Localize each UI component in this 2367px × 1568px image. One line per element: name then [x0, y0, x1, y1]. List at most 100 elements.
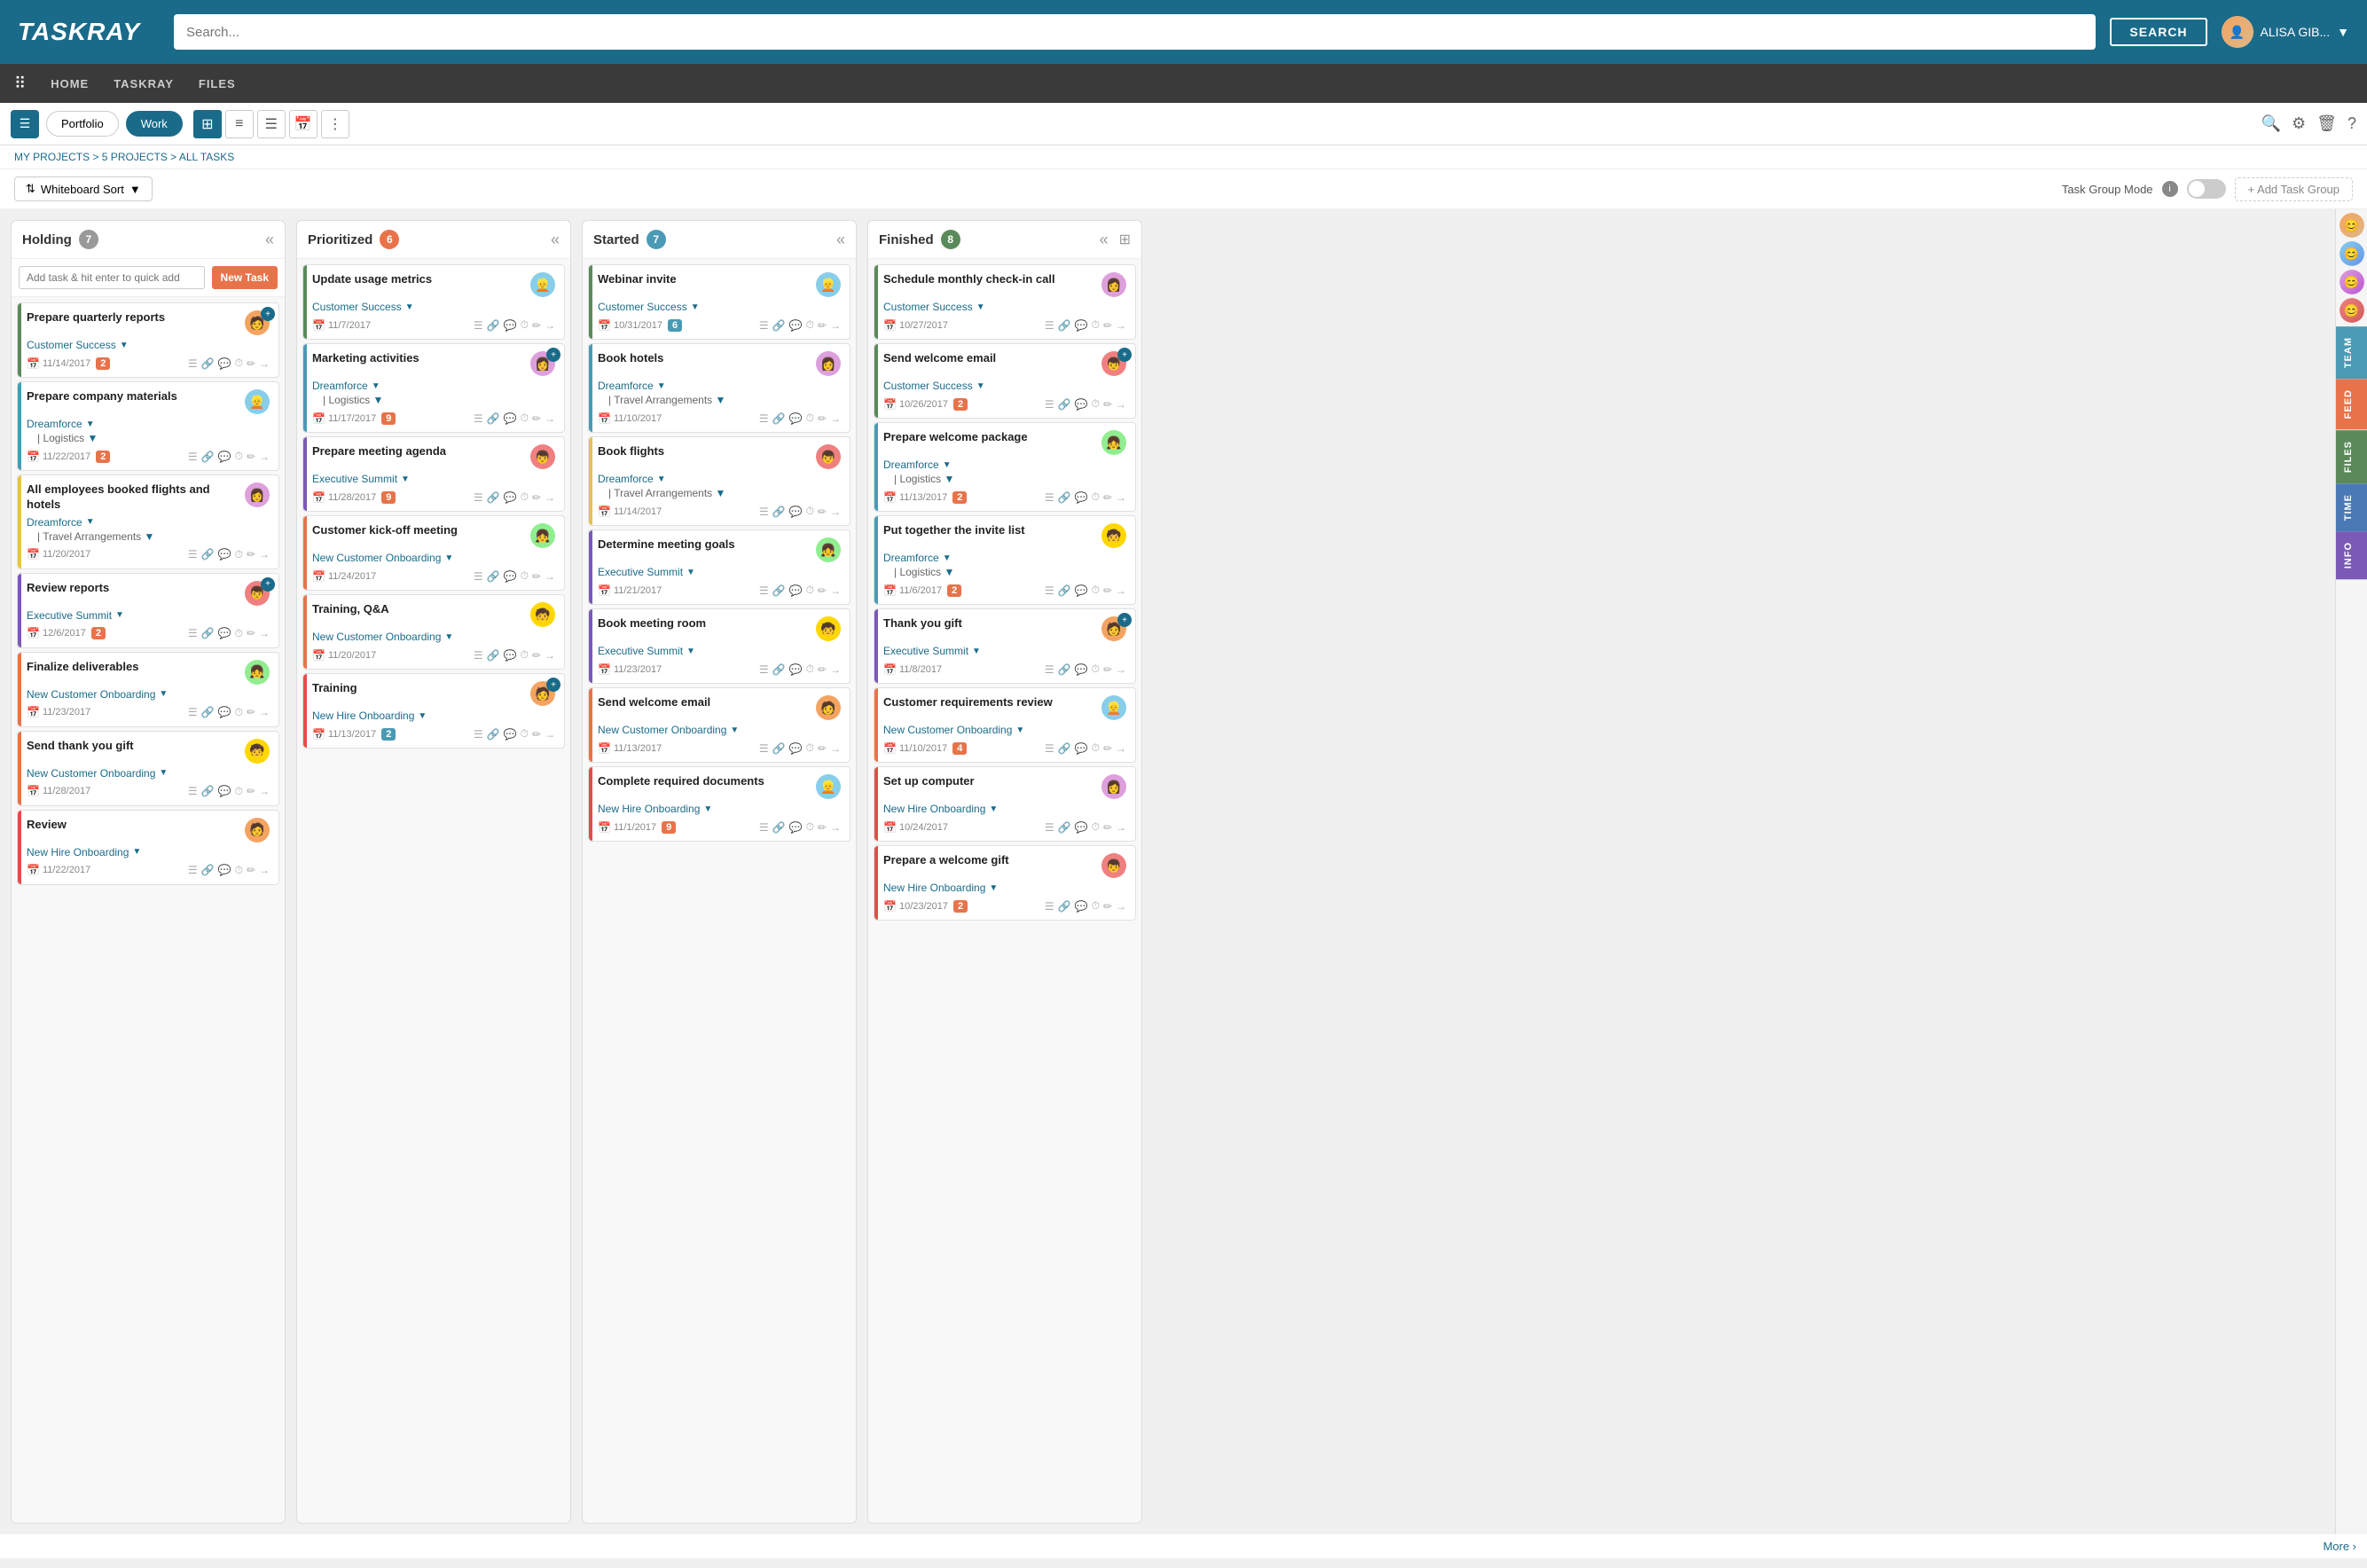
col-collapse-prioritized[interactable]: «	[551, 231, 560, 249]
edit-icon[interactable]: ✏	[532, 570, 541, 583]
chat-icon[interactable]: 💬	[1075, 398, 1088, 411]
checklist-icon[interactable]: ☰	[1045, 491, 1054, 504]
clock-icon[interactable]: ⏱	[235, 785, 243, 798]
link-icon[interactable]: 🔗	[487, 491, 500, 504]
col-collapse-finished[interactable]: «	[1100, 231, 1109, 249]
nav-taskray[interactable]: TASKRAY	[114, 77, 174, 90]
chat-icon[interactable]: 💬	[218, 451, 231, 463]
checklist-icon[interactable]: ☰	[759, 506, 769, 518]
group-link[interactable]: New Customer Onboarding	[27, 688, 155, 701]
sort-button[interactable]: ⇅ Whiteboard Sort ▼	[14, 176, 153, 201]
clock-icon[interactable]: ⏱	[521, 648, 529, 662]
clock-icon[interactable]: ⏱	[806, 662, 814, 676]
task-card[interactable]: Send welcome email 🧑 New Customer Onboar…	[588, 687, 850, 763]
sidebar-tab-time[interactable]: TIME	[2336, 483, 2367, 531]
link-icon[interactable]: 🔗	[201, 785, 215, 797]
add-group-button[interactable]: + Add Task Group	[2235, 177, 2353, 201]
arrow-icon[interactable]: →	[1116, 821, 1126, 834]
arrow-icon[interactable]: →	[830, 412, 841, 425]
col-collapse-holding[interactable]: «	[265, 231, 274, 249]
toolbar-help-btn[interactable]: ?	[2347, 114, 2356, 133]
group-link[interactable]: New Hire Onboarding	[312, 710, 414, 722]
arrow-icon[interactable]: →	[259, 706, 270, 718]
arrow-icon[interactable]: →	[1116, 663, 1126, 676]
view-grid-btn[interactable]: ⊞	[193, 110, 222, 138]
edit-icon[interactable]: ✏	[1103, 491, 1112, 504]
arrow-icon[interactable]: →	[1116, 319, 1126, 332]
arrow-icon[interactable]: →	[830, 663, 841, 676]
edit-icon[interactable]: ✏	[818, 506, 827, 518]
clock-icon[interactable]: ⏱	[235, 548, 243, 561]
edit-icon[interactable]: ✏	[247, 548, 255, 561]
chat-icon[interactable]: 💬	[218, 627, 231, 639]
checklist-icon[interactable]: ☰	[474, 649, 483, 662]
edit-icon[interactable]: ✏	[1103, 742, 1112, 755]
edit-icon[interactable]: ✏	[532, 412, 541, 425]
view-list-btn[interactable]: ≡	[225, 110, 254, 138]
checklist-icon[interactable]: ☰	[474, 728, 483, 741]
checklist-icon[interactable]: ☰	[759, 821, 769, 834]
arrow-icon[interactable]: →	[259, 864, 270, 876]
task-card[interactable]: All employees booked flights and hotels …	[17, 474, 279, 569]
link-icon[interactable]: 🔗	[201, 706, 215, 718]
checklist-icon[interactable]: ☰	[474, 319, 483, 332]
clock-icon[interactable]: ⏱	[806, 584, 814, 597]
link-icon[interactable]: 🔗	[772, 319, 786, 332]
link-icon[interactable]: 🔗	[201, 864, 215, 876]
clock-icon[interactable]: ⏱	[806, 412, 814, 425]
clock-icon[interactable]: ⏱	[1092, 318, 1100, 332]
clock-icon[interactable]: ⏱	[521, 318, 529, 332]
clock-icon[interactable]: ⏱	[521, 569, 529, 583]
chat-icon[interactable]: 💬	[504, 319, 517, 332]
more-link[interactable]: More ›	[0, 1534, 2367, 1558]
group-link[interactable]: Customer Success	[883, 380, 973, 392]
arrow-icon[interactable]: →	[259, 451, 270, 463]
arrow-icon[interactable]: →	[1116, 491, 1126, 504]
chat-icon[interactable]: 💬	[1075, 821, 1088, 834]
checklist-icon[interactable]: ☰	[1045, 663, 1054, 676]
link-icon[interactable]: 🔗	[487, 319, 500, 332]
chat-icon[interactable]: 💬	[504, 570, 517, 583]
link-icon[interactable]: 🔗	[487, 649, 500, 662]
clock-icon[interactable]: ⏱	[806, 820, 814, 834]
edit-icon[interactable]: ✏	[247, 451, 255, 463]
team-avatar-1[interactable]: 😊	[2340, 213, 2364, 238]
group-link[interactable]: Executive Summit	[598, 645, 683, 657]
tab-work[interactable]: Work	[126, 111, 183, 137]
task-card[interactable]: Put together the invite list 🧒 Dreamforc…	[874, 515, 1136, 605]
clock-icon[interactable]: ⏱	[235, 706, 243, 719]
group-link[interactable]: Executive Summit	[883, 645, 968, 657]
chat-icon[interactable]: 💬	[789, 319, 803, 332]
group-link[interactable]: Customer Success	[598, 301, 687, 313]
arrow-icon[interactable]: →	[545, 412, 555, 425]
clock-icon[interactable]: ⏱	[1092, 820, 1100, 834]
clock-icon[interactable]: ⏱	[806, 505, 814, 518]
checklist-icon[interactable]: ☰	[759, 319, 769, 332]
edit-icon[interactable]: ✏	[247, 864, 255, 876]
task-card[interactable]: Book meeting room 🧒 Executive Summit ▼ 📅…	[588, 608, 850, 684]
clock-icon[interactable]: ⏱	[235, 864, 243, 877]
chat-icon[interactable]: 💬	[1075, 584, 1088, 597]
view-menu-btn[interactable]: ⋮	[321, 110, 349, 138]
task-card[interactable]: Prepare welcome package 👧 Dreamforce ▼ |…	[874, 422, 1136, 512]
arrow-icon[interactable]: →	[830, 584, 841, 597]
task-card[interactable]: Thank you gift 🧑 Executive Summit ▼ 📅 11…	[874, 608, 1136, 684]
team-avatar-4[interactable]: 😊	[2340, 298, 2364, 323]
quick-add-input[interactable]	[19, 266, 205, 289]
search-input[interactable]	[174, 14, 2096, 50]
link-icon[interactable]: 🔗	[1058, 319, 1071, 332]
group-link[interactable]: Dreamforce	[598, 473, 654, 485]
search-button[interactable]: SEARCH	[2110, 18, 2206, 46]
view-calendar-btn[interactable]: 📅	[289, 110, 317, 138]
checklist-icon[interactable]: ☰	[188, 548, 198, 561]
chat-icon[interactable]: 💬	[789, 506, 803, 518]
clock-icon[interactable]: ⏱	[1092, 741, 1100, 755]
arrow-icon[interactable]: →	[545, 491, 555, 504]
link-icon[interactable]: 🔗	[772, 821, 786, 834]
nav-home[interactable]: HOME	[51, 77, 89, 90]
plus-badge[interactable]: +	[546, 348, 560, 362]
checklist-icon[interactable]: ☰	[759, 412, 769, 425]
edit-icon[interactable]: ✏	[818, 319, 827, 332]
task-card[interactable]: Marketing activities 👩 Dreamforce ▼ | Lo…	[302, 343, 565, 433]
group-link[interactable]: New Hire Onboarding	[883, 803, 985, 815]
